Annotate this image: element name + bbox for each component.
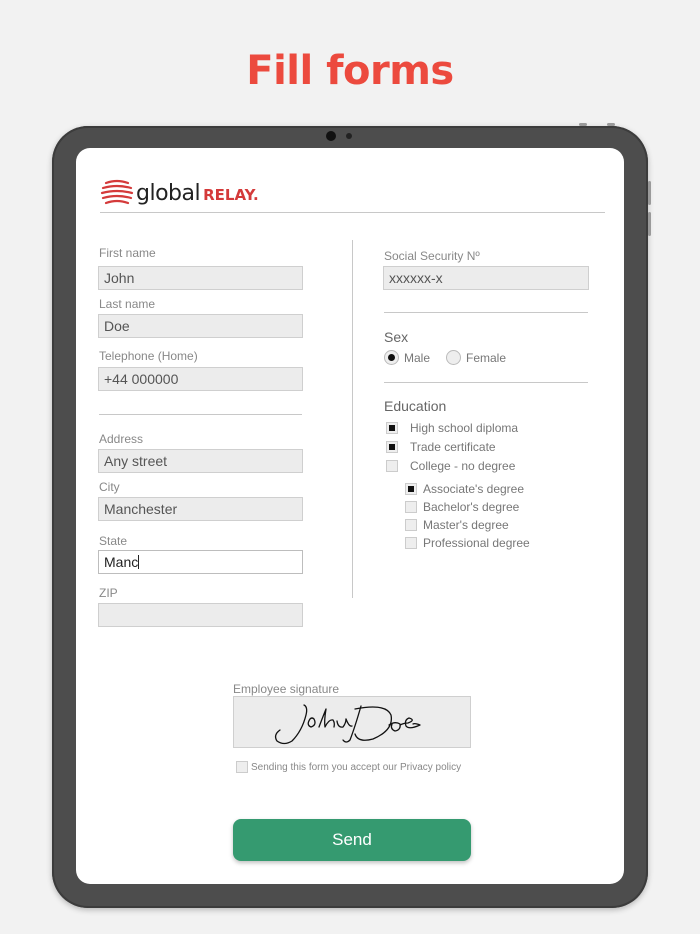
radio-male[interactable]: Male	[384, 350, 430, 365]
privacy-checkbox-icon[interactable]	[236, 761, 248, 773]
city-label: City	[99, 480, 120, 494]
zip-field[interactable]	[98, 603, 303, 627]
column-divider	[352, 240, 353, 598]
camera-icon	[326, 131, 336, 141]
last-name-label: Last name	[99, 297, 156, 311]
privacy-label: Sending this form you accept our Privacy…	[251, 761, 462, 773]
form-screen: global RELAY. First name John Last name …	[76, 148, 624, 884]
first-name-field[interactable]: John	[98, 266, 303, 290]
signature-pad[interactable]	[233, 696, 471, 748]
volume-up-button	[648, 181, 651, 205]
tablet-frame: global RELAY. First name John Last name …	[52, 123, 651, 908]
left-divider	[99, 414, 302, 415]
page-headline: Fill forms	[246, 48, 454, 94]
zip-label: ZIP	[99, 586, 118, 600]
first-name-label: First name	[99, 246, 156, 260]
send-button[interactable]: Send	[233, 819, 471, 861]
handwritten-signature	[274, 704, 421, 745]
edu-sub-associate[interactable]: Associate's degree	[405, 482, 524, 496]
privacy-consent[interactable]: Sending this form you accept our Privacy…	[236, 761, 461, 773]
radio-female[interactable]: Female	[446, 350, 506, 365]
checkbox-icon[interactable]	[386, 422, 398, 434]
edu-sub-label: Master's degree	[423, 518, 509, 532]
address-field[interactable]: Any street	[98, 449, 303, 473]
last-name-field[interactable]: Doe	[98, 314, 303, 338]
radio-female-label: Female	[466, 350, 507, 365]
sensor-icon	[346, 133, 352, 139]
checkbox-icon[interactable]	[405, 537, 417, 549]
state-value: Manc	[104, 554, 139, 570]
radio-female-icon[interactable]	[446, 350, 461, 365]
checkbox-icon[interactable]	[405, 519, 417, 531]
telephone-label: Telephone (Home)	[99, 349, 198, 363]
edu-option-label: College - no degree	[410, 459, 516, 473]
header-divider	[100, 212, 605, 213]
logo-word-relay: RELAY.	[203, 185, 259, 204]
edu-sub-label: Associate's degree	[423, 482, 525, 496]
signature-label: Employee signature	[233, 682, 340, 696]
checkbox-icon[interactable]	[386, 460, 398, 472]
ssn-label: Social Security Nº	[384, 249, 480, 263]
edu-sub-bachelor[interactable]: Bachelor's degree	[405, 500, 519, 514]
state-label: State	[99, 534, 128, 548]
global-relay-logo: global RELAY.	[100, 178, 259, 208]
sex-label: Sex	[384, 329, 409, 345]
state-field[interactable]: Manc	[98, 550, 303, 574]
volume-down-button	[648, 212, 651, 236]
edu-sub-professional[interactable]: Professional degree	[405, 536, 530, 550]
checkbox-icon[interactable]	[405, 501, 417, 513]
top-button-2	[607, 123, 615, 126]
text-caret	[138, 555, 140, 569]
edu-sub-master[interactable]: Master's degree	[405, 518, 509, 532]
edu-option-high-school[interactable]: High school diploma	[386, 421, 518, 435]
logo-word-global: global	[136, 180, 201, 206]
edu-option-label: High school diploma	[410, 421, 519, 435]
top-button	[579, 123, 587, 126]
city-field[interactable]: Manchester	[98, 497, 303, 521]
edu-sub-label: Professional degree	[423, 536, 530, 550]
right-divider-1	[384, 312, 588, 313]
checkbox-icon[interactable]	[386, 441, 398, 453]
education-label: Education	[384, 398, 447, 414]
ssn-field[interactable]: xxxxxx-x	[383, 266, 589, 290]
checkbox-icon[interactable]	[405, 483, 417, 495]
edu-option-college[interactable]: College - no degree	[386, 459, 515, 473]
edu-option-trade[interactable]: Trade certificate	[386, 440, 496, 454]
radio-male-icon[interactable]	[384, 350, 399, 365]
edu-option-label: Trade certificate	[410, 440, 496, 454]
edu-sub-label: Bachelor's degree	[423, 500, 520, 514]
address-label: Address	[99, 432, 144, 446]
telephone-field[interactable]: +44 000000	[98, 367, 303, 391]
right-divider-2	[384, 382, 588, 383]
radio-male-label: Male	[404, 350, 431, 365]
globe-logo-icon	[100, 179, 134, 205]
